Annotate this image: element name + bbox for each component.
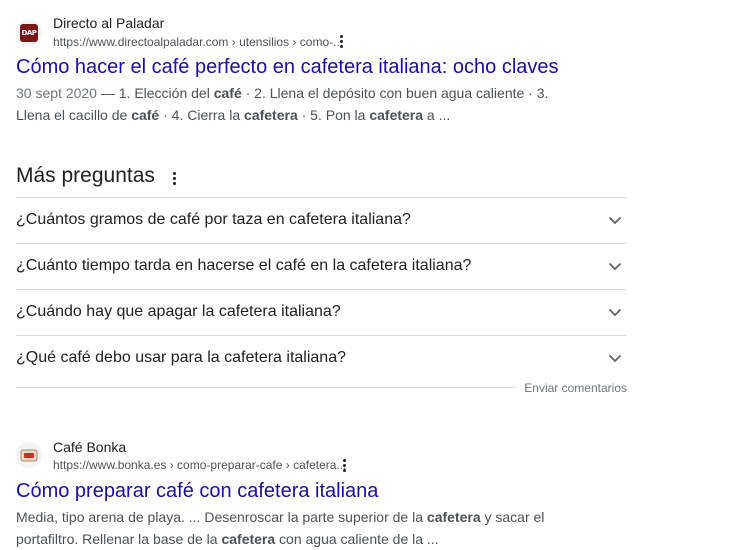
result-title-link[interactable]: Cómo preparar café con cafetera italiana: [16, 480, 378, 503]
site-url[interactable]: https://www.directoalpaladar.com › utens…: [53, 35, 343, 49]
snippet-fragment: · 4. Cierra la: [159, 107, 245, 123]
snippet-emphasis: cafetera: [244, 107, 298, 123]
snippet-emphasis: cafetera: [221, 531, 276, 547]
paa-question-3[interactable]: ¿Cuándo hay que apagar la cafetera itali…: [16, 290, 627, 334]
paa-heading: Más preguntas: [16, 164, 155, 187]
result-snippet: 30 sept 2020 — 1. Elección del café · 2.…: [16, 82, 576, 126]
site-name[interactable]: Directo al Paladar: [53, 15, 164, 31]
snippet-emphasis: cafetera: [369, 107, 424, 123]
directoalpaladar-logo-icon: DAP: [20, 24, 38, 42]
favicon-label: DAP: [21, 29, 37, 37]
snippet-emphasis: café: [213, 85, 242, 101]
bonka-logo-icon: [20, 449, 38, 462]
divider: [16, 387, 516, 388]
paa-question-text: ¿Qué café debo usar para la cafetera ita…: [16, 349, 346, 366]
paa-question-2[interactable]: ¿Cuánto tiempo tarda en hacerse el café …: [16, 244, 627, 288]
site-favicon[interactable]: [16, 442, 42, 468]
result-snippet: Media, tipo arena de playa. ... Desenros…: [16, 506, 591, 550]
site-url[interactable]: https://www.bonka.es › como-preparar-caf…: [53, 458, 346, 472]
paa-question-4[interactable]: ¿Qué café debo usar para la cafetera ita…: [16, 336, 627, 380]
site-favicon[interactable]: DAP: [16, 20, 42, 46]
snippet-fragment: · 5. Pon la: [297, 107, 370, 123]
paa-more-options-icon[interactable]: [168, 169, 180, 187]
paa-question-text: ¿Cuántos gramos de café por taza en cafe…: [16, 211, 411, 228]
chevron-down-icon: [603, 254, 627, 278]
snippet-fragment: Media, tipo arena de playa. ... Desenros…: [16, 509, 427, 525]
snippet-fragment: a ...: [423, 107, 451, 123]
more-options-icon[interactable]: [338, 456, 350, 474]
paa-question-1[interactable]: ¿Cuántos gramos de café por taza en cafe…: [16, 198, 627, 242]
snippet-fragment: con agua caliente de la ...: [275, 531, 439, 547]
more-options-icon[interactable]: [335, 32, 347, 50]
site-name[interactable]: Café Bonka: [53, 439, 126, 455]
snippet-text: Media, tipo arena de playa. ... Desenros…: [16, 509, 544, 547]
chevron-down-icon: [603, 346, 627, 370]
send-feedback-link[interactable]: Enviar comentarios: [524, 381, 627, 395]
snippet-emphasis: cafetera: [426, 509, 481, 525]
chevron-down-icon: [603, 300, 627, 324]
paa-question-text: ¿Cuándo hay que apagar la cafetera itali…: [16, 303, 341, 320]
paa-question-text: ¿Cuánto tiempo tarda en hacerse el café …: [16, 257, 472, 274]
result-title-link[interactable]: Cómo hacer el café perfecto en cafetera …: [16, 56, 559, 79]
chevron-down-icon: [603, 208, 627, 232]
snippet-emphasis: café: [131, 107, 160, 123]
snippet-fragment: — 1. Elección del: [96, 85, 214, 101]
result-date: 30 sept 2020: [16, 85, 97, 101]
